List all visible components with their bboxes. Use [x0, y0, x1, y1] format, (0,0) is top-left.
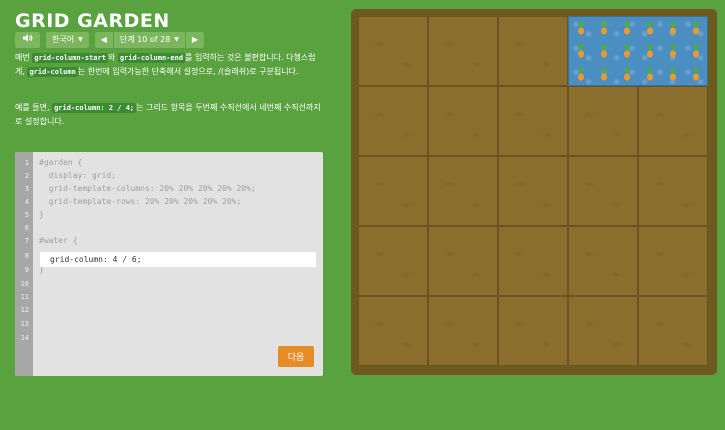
line-number: 14	[20, 334, 29, 342]
garden-cell	[638, 296, 708, 366]
carrot-icon	[569, 40, 592, 63]
instruction-text: 예를 들면,	[15, 103, 53, 112]
water-area	[568, 16, 708, 86]
garden-cell	[498, 226, 568, 296]
carrot-icon	[592, 62, 615, 85]
garden-cell	[568, 296, 638, 366]
previous-level-button[interactable]: ◀	[94, 32, 113, 48]
code-line: display: grid;	[39, 171, 117, 180]
instruction-text: 와	[107, 53, 118, 62]
garden-cell	[498, 296, 568, 366]
next-button[interactable]: 다음	[278, 346, 314, 367]
language-select[interactable]: 한국어 ▼	[46, 32, 89, 48]
line-number-gutter: 1 2 3 4 5 6 7 8 9 10 11 12 13 14	[15, 152, 33, 376]
code-line: grid-template-rows: 20% 20% 20% 20% 20%;	[39, 197, 242, 206]
instruction-text: 는 한번에 입력가능한 단축해서 설정으로, /(슬래쉬)로 구분됩니다.	[77, 67, 299, 76]
garden-cell	[428, 296, 498, 366]
carrot-icon	[615, 62, 638, 85]
carrot-icon	[615, 17, 638, 40]
carrot-icon	[661, 17, 684, 40]
carrot-icon	[638, 62, 661, 85]
carrot-icon	[638, 40, 661, 63]
carrot-icon	[684, 40, 707, 63]
garden-cell	[358, 296, 428, 366]
garden-cell	[358, 86, 428, 156]
arrow-right-icon: ▶	[191, 35, 199, 44]
line-number: 1	[24, 159, 29, 167]
carrot-icon	[638, 17, 661, 40]
line-number: 7	[24, 237, 29, 245]
garden-board	[351, 9, 717, 375]
line-number: 13	[20, 320, 29, 328]
next-level-button[interactable]: ▶	[185, 32, 205, 48]
code-line: #water {	[39, 236, 78, 245]
line-number: 8	[24, 252, 29, 260]
instruction-text: 매번	[15, 53, 33, 62]
garden-cell	[568, 86, 638, 156]
carrot-icon	[592, 40, 615, 63]
code-snippet: grid-column-start	[32, 53, 108, 63]
instruction-paragraph-1: 매번 grid-column-start 와 grid-column-end 를 입…	[15, 51, 325, 79]
line-number: 4	[24, 198, 29, 206]
carrot-icon	[569, 62, 592, 85]
garden-cell	[358, 226, 428, 296]
line-number: 12	[20, 306, 29, 314]
toolbar: 한국어 ▼ ◀ 단계 10 of 28 ▼ ▶	[15, 32, 205, 48]
carrot-icon	[684, 62, 707, 85]
garden-cell	[498, 16, 568, 86]
line-number: 3	[24, 185, 29, 193]
carrot-icon	[661, 40, 684, 63]
code-snippet: grid-column: 2 / 4;	[52, 103, 137, 113]
carrot-icon	[615, 40, 638, 63]
garden-cell	[568, 226, 638, 296]
line-number: 10	[20, 280, 29, 288]
carrot-icon	[569, 17, 592, 40]
chevron-down-icon: ▼	[174, 36, 179, 43]
sound-toggle-button[interactable]	[15, 32, 40, 48]
carrot-icon	[684, 17, 707, 40]
carrot-icon	[592, 17, 615, 40]
level-navigation: ◀ 단계 10 of 28 ▼ ▶	[94, 32, 205, 48]
garden-cell	[428, 16, 498, 86]
garden-cell	[638, 86, 708, 156]
code-line: }	[39, 210, 44, 219]
level-select[interactable]: 단계 10 of 28 ▼	[113, 32, 185, 48]
code-line: #garden {	[39, 158, 83, 167]
garden-cell	[428, 86, 498, 156]
garden-cell	[498, 156, 568, 226]
garden-cell	[568, 156, 638, 226]
garden-cell	[638, 156, 708, 226]
language-label: 한국어	[52, 35, 75, 44]
garden-cell	[358, 156, 428, 226]
code-line: grid-template-columns: 20% 20% 20% 20% 2…	[39, 184, 256, 193]
line-number: 5	[24, 211, 29, 219]
arrow-left-icon: ◀	[100, 35, 107, 44]
line-number: 2	[24, 172, 29, 180]
css-code-input[interactable]	[40, 252, 316, 267]
garden-cell	[428, 226, 498, 296]
code-snippet: grid-column-end	[117, 53, 186, 63]
instruction-paragraph-2: 예를 들면, grid-column: 2 / 4; 는 그리드 항목을 두번째 …	[15, 101, 325, 128]
code-snippet: grid-column	[27, 67, 78, 77]
garden-cell	[638, 226, 708, 296]
app-title: GRID GARDEN	[15, 10, 170, 32]
garden-cell	[358, 16, 428, 86]
line-number: 9	[24, 266, 29, 274]
line-number: 11	[20, 293, 29, 301]
chevron-down-icon: ▼	[78, 36, 83, 43]
speaker-icon	[22, 32, 33, 48]
garden-cell	[498, 86, 568, 156]
line-number: 6	[24, 224, 29, 232]
level-indicator: 단계 10 of 28	[119, 35, 171, 44]
carrot-icon	[661, 62, 684, 85]
garden-cell	[428, 156, 498, 226]
